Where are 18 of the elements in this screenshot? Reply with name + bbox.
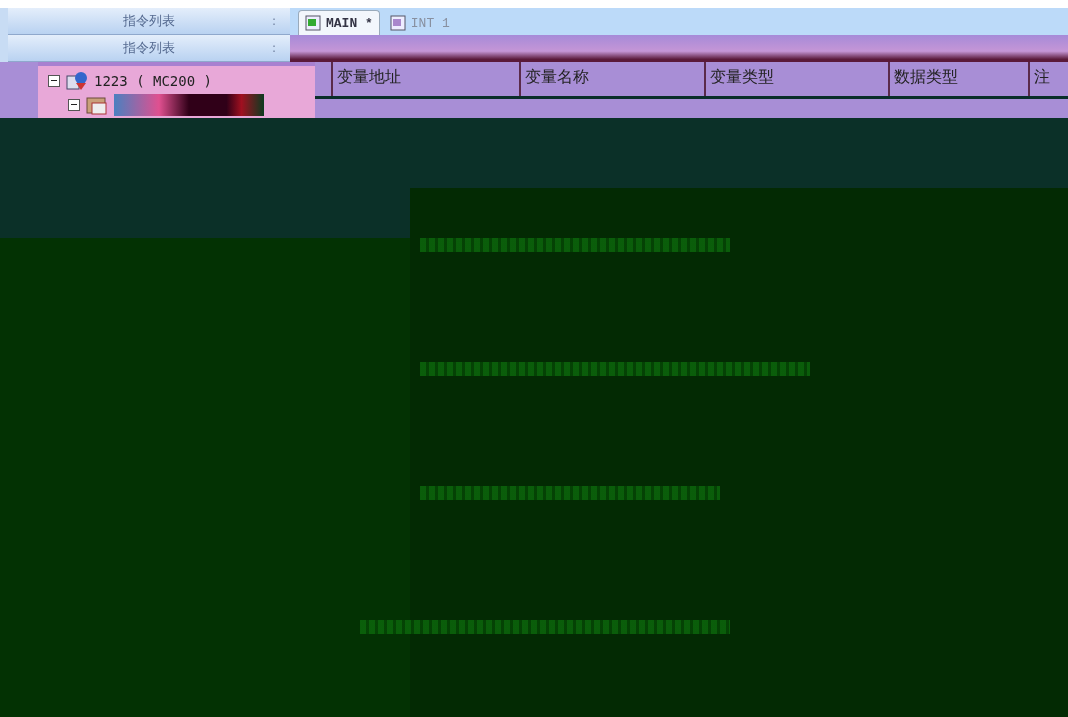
collapse-toggle[interactable] — [68, 99, 80, 111]
editor-tab[interactable]: MAIN * — [298, 10, 380, 35]
tree-item[interactable]: 1223 ( MC200 ) — [94, 73, 212, 89]
column-header[interactable]: 变量地址 — [331, 62, 519, 96]
column-header[interactable]: 变量名称 — [519, 62, 704, 96]
column-header[interactable]: 数据类型 — [888, 62, 1028, 96]
document-icon — [305, 15, 323, 31]
grip-handle[interactable]: : — [271, 41, 276, 55]
document-icon — [389, 15, 408, 31]
panel-header[interactable]: 指令列表 : — [8, 35, 290, 62]
column-header[interactable]: 变量类型 — [704, 62, 888, 96]
panel-header[interactable]: 指令列表 : — [8, 8, 290, 35]
panel-title: 指令列表 — [123, 12, 175, 30]
folder-icon — [86, 95, 108, 115]
panel-title: 指令列表 — [123, 39, 175, 57]
grip-handle[interactable]: : — [271, 14, 276, 28]
column-header[interactable]: 注 — [1028, 62, 1068, 96]
collapse-toggle[interactable] — [48, 75, 60, 87]
